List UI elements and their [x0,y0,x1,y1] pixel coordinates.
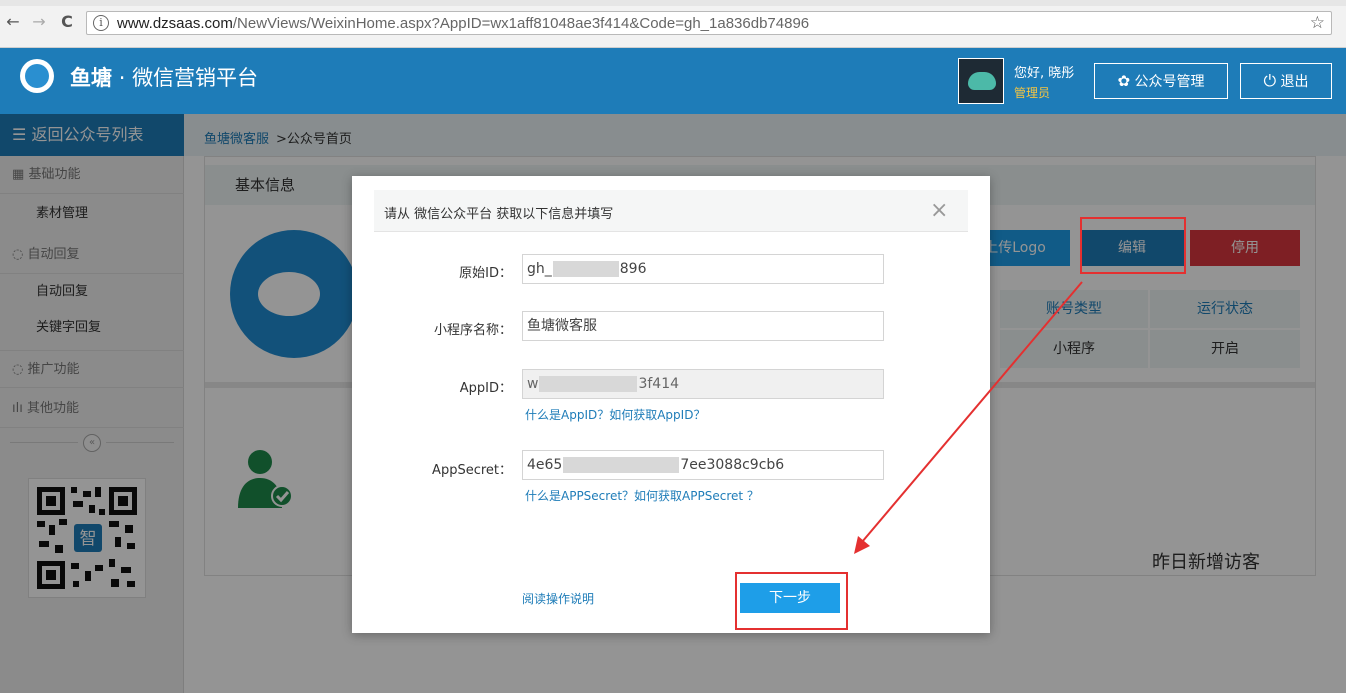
url-host: www.dzsaas.com [117,15,233,32]
field-value-end: 3f414 [638,376,680,392]
appid-field: w 3f414 [522,369,884,399]
user-role: 管理员 [1014,86,1051,100]
account-manage-button[interactable]: ✿ 公众号管理 [1094,63,1228,99]
fish-logo-icon [20,59,54,93]
dialog-header: 请从 微信公众平台 获取以下信息并填写 × [374,190,968,232]
brand-suffix: 微信营销平台 [132,66,259,90]
field-label-original-id: 原始ID： [459,266,512,281]
back-icon[interactable]: ← [4,13,22,31]
avatar[interactable] [958,58,1004,104]
field-value-start: gh_ [527,261,552,277]
mini-program-name-field[interactable]: 鱼塘微客服 [522,311,884,341]
appid-help-link[interactable]: 什么是AppID？如何获取AppID？ [525,406,705,423]
user-greeting: 您好, 晓彤 [1014,66,1075,81]
logout-button[interactable]: ⏻ 退出 [1240,63,1332,99]
power-icon: ⏻ [1263,71,1277,90]
appsecret-help-link[interactable]: 什么是APPSecret？如何获取APPSecret ？ [525,487,759,504]
masked-text [539,376,638,392]
brand-name: 鱼塘 [70,66,112,90]
read-instructions-link[interactable]: 阅读操作说明 [522,590,594,607]
setup-dialog: 请从 微信公众平台 获取以下信息并填写 × 原始ID： gh_ 896 小程序名称… [352,176,990,633]
gear-icon: ✿ [1117,72,1131,90]
site-info-icon[interactable]: i [93,15,109,31]
appsecret-field[interactable]: 4e65 7ee3088c9cb6 [522,450,884,480]
masked-text [563,457,680,473]
logout-label: 退出 [1280,74,1309,90]
brand-separator: · [118,66,126,90]
reload-icon[interactable]: C [58,13,76,31]
original-id-field[interactable]: gh_ 896 [522,254,884,284]
bookmark-star-icon[interactable]: ☆ [1310,13,1325,33]
field-value-start: 4e65 [527,457,563,473]
tab-strip [0,0,1346,6]
field-label-appsecret: AppSecret： [432,463,512,478]
field-label-appid: AppID： [459,381,512,396]
annotation-box-next [735,572,848,630]
brand-title: 鱼塘 · 微信营销平台 [70,62,258,92]
field-label-mini-program-name: 小程序名称： [433,323,512,338]
close-icon[interactable]: × [930,198,948,224]
forward-icon[interactable]: → [30,13,48,31]
dialog-title: 请从 微信公众平台 获取以下信息并填写 [384,207,614,222]
address-bar[interactable]: i www.dzsaas.com/NewViews/WeixinHome.asp… [86,11,1332,35]
annotation-box-edit [1080,217,1186,274]
field-value-start: w [527,376,539,392]
masked-text [552,261,619,277]
account-manage-label: 公众号管理 [1134,74,1205,90]
field-value-end: 896 [619,261,647,277]
url-text: www.dzsaas.com/NewViews/WeixinHome.aspx?… [117,15,809,32]
url-path: /NewViews/WeixinHome.aspx?AppID=wx1aff81… [232,15,810,32]
field-value-end: 7ee3088c9cb6 [680,457,785,473]
